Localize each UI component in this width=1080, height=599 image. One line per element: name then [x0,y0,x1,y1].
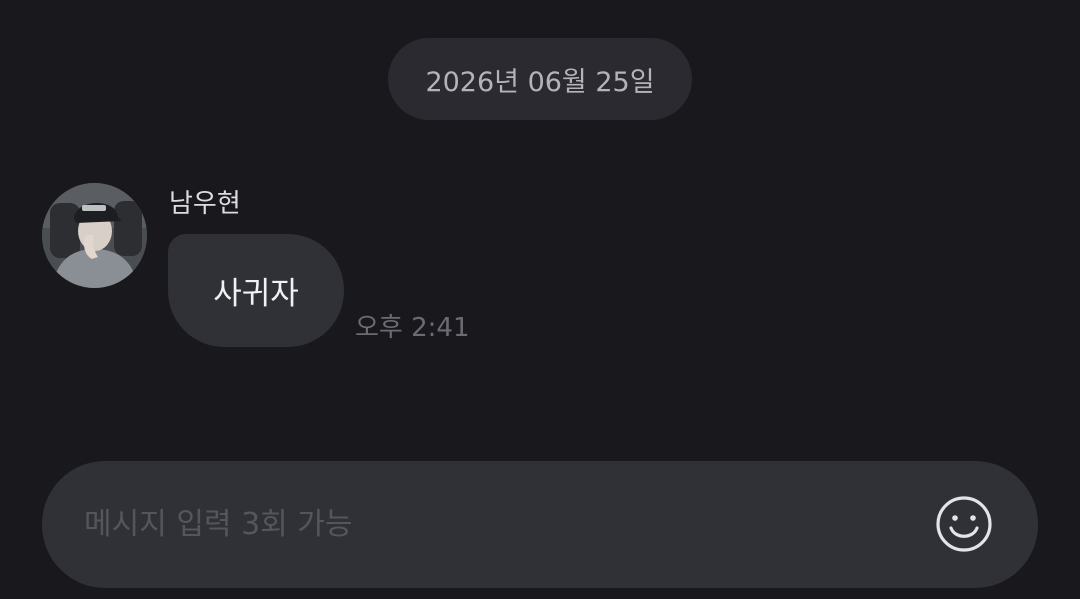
avatar-photo [42,183,147,288]
message-composer [42,461,1038,588]
message-bubble[interactable]: 사귀자 [168,234,344,347]
avatar[interactable] [42,183,147,288]
message-input[interactable] [84,461,944,588]
date-divider: 2026년 06월 25일 [388,38,692,120]
smiley-icon[interactable] [935,495,993,553]
sender-name: 남우현 [169,189,241,219]
message-timestamp: 오후 2:41 [355,313,470,343]
date-label: 2026년 06월 25일 [425,66,655,98]
message-text: 사귀자 [213,276,299,312]
